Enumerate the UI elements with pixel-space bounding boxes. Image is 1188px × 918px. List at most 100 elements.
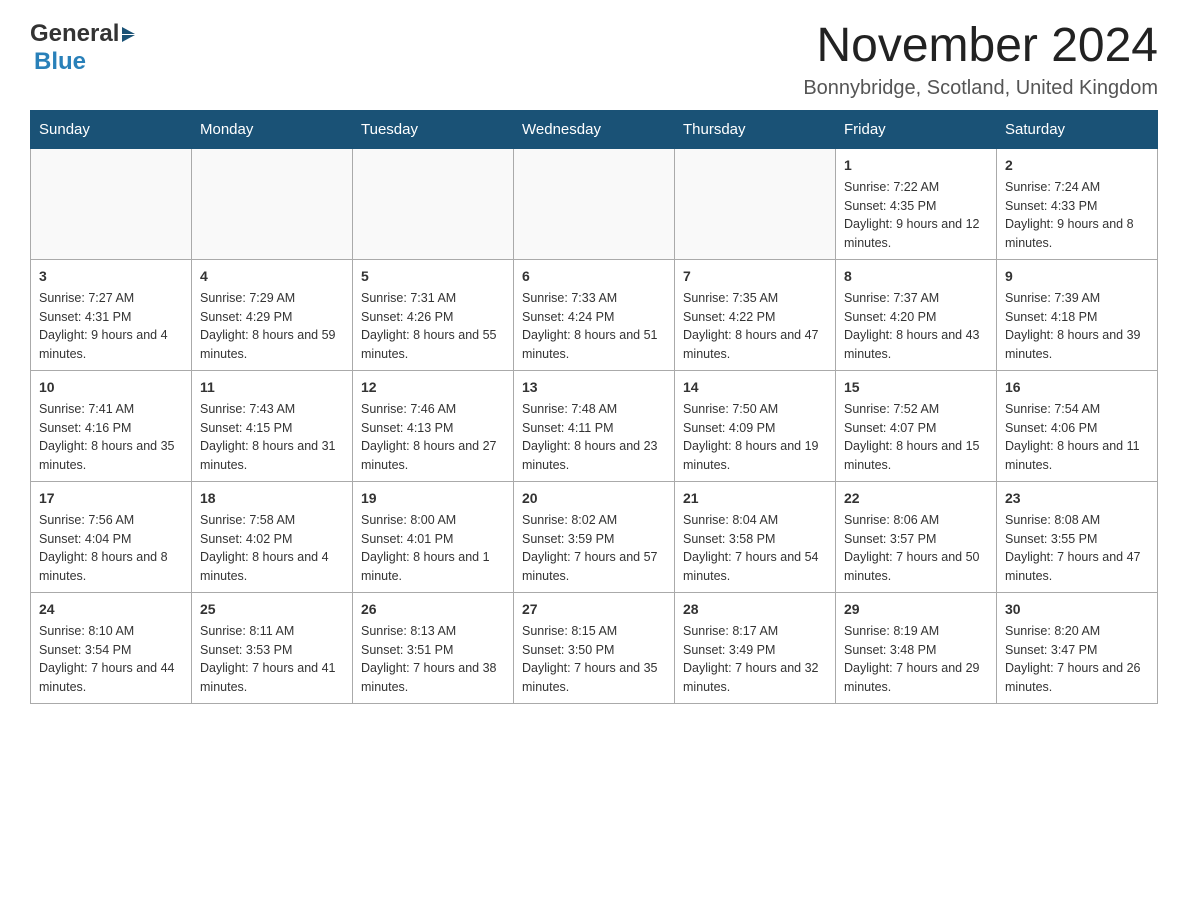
day-number: 10 [39,377,183,398]
weekday-header-friday: Friday [836,110,997,148]
calendar-cell: 6Sunrise: 7:33 AM Sunset: 4:24 PM Daylig… [514,259,675,370]
calendar-header: SundayMondayTuesdayWednesdayThursdayFrid… [31,110,1158,148]
calendar-cell: 2Sunrise: 7:24 AM Sunset: 4:33 PM Daylig… [997,148,1158,259]
logo-general-text: General [30,20,119,48]
day-number: 30 [1005,599,1149,620]
title-area: November 2024 Bonnybridge, Scotland, Uni… [803,20,1158,100]
day-number: 3 [39,266,183,287]
calendar-cell: 30Sunrise: 8:20 AM Sunset: 3:47 PM Dayli… [997,592,1158,703]
day-info: Sunrise: 8:02 AM Sunset: 3:59 PM Dayligh… [522,511,666,586]
logo: General Blue [30,20,135,76]
day-number: 9 [1005,266,1149,287]
day-info: Sunrise: 8:04 AM Sunset: 3:58 PM Dayligh… [683,511,827,586]
day-info: Sunrise: 7:37 AM Sunset: 4:20 PM Dayligh… [844,289,988,364]
day-number: 23 [1005,488,1149,509]
calendar-cell: 10Sunrise: 7:41 AM Sunset: 4:16 PM Dayli… [31,370,192,481]
calendar-cell [192,148,353,259]
logo-blue-text: Blue [34,48,86,75]
day-number: 13 [522,377,666,398]
weekday-header-thursday: Thursday [675,110,836,148]
calendar-cell [353,148,514,259]
day-info: Sunrise: 8:15 AM Sunset: 3:50 PM Dayligh… [522,622,666,697]
day-info: Sunrise: 7:43 AM Sunset: 4:15 PM Dayligh… [200,400,344,475]
day-info: Sunrise: 7:29 AM Sunset: 4:29 PM Dayligh… [200,289,344,364]
day-number: 5 [361,266,505,287]
day-info: Sunrise: 8:08 AM Sunset: 3:55 PM Dayligh… [1005,511,1149,586]
day-info: Sunrise: 7:24 AM Sunset: 4:33 PM Dayligh… [1005,178,1149,253]
calendar-cell: 7Sunrise: 7:35 AM Sunset: 4:22 PM Daylig… [675,259,836,370]
day-number: 27 [522,599,666,620]
calendar-cell: 14Sunrise: 7:50 AM Sunset: 4:09 PM Dayli… [675,370,836,481]
calendar-cell [675,148,836,259]
day-info: Sunrise: 7:46 AM Sunset: 4:13 PM Dayligh… [361,400,505,475]
calendar-cell: 3Sunrise: 7:27 AM Sunset: 4:31 PM Daylig… [31,259,192,370]
calendar-cell: 29Sunrise: 8:19 AM Sunset: 3:48 PM Dayli… [836,592,997,703]
day-info: Sunrise: 8:06 AM Sunset: 3:57 PM Dayligh… [844,511,988,586]
day-number: 2 [1005,155,1149,176]
day-number: 14 [683,377,827,398]
day-number: 21 [683,488,827,509]
day-info: Sunrise: 8:10 AM Sunset: 3:54 PM Dayligh… [39,622,183,697]
calendar-cell: 23Sunrise: 8:08 AM Sunset: 3:55 PM Dayli… [997,481,1158,592]
day-number: 4 [200,266,344,287]
calendar-cell: 18Sunrise: 7:58 AM Sunset: 4:02 PM Dayli… [192,481,353,592]
day-info: Sunrise: 7:41 AM Sunset: 4:16 PM Dayligh… [39,400,183,475]
day-info: Sunrise: 7:39 AM Sunset: 4:18 PM Dayligh… [1005,289,1149,364]
day-number: 1 [844,155,988,176]
day-number: 8 [844,266,988,287]
location-title: Bonnybridge, Scotland, United Kingdom [803,77,1158,100]
day-info: Sunrise: 7:52 AM Sunset: 4:07 PM Dayligh… [844,400,988,475]
calendar-cell: 27Sunrise: 8:15 AM Sunset: 3:50 PM Dayli… [514,592,675,703]
calendar-cell: 21Sunrise: 8:04 AM Sunset: 3:58 PM Dayli… [675,481,836,592]
calendar-week-5: 24Sunrise: 8:10 AM Sunset: 3:54 PM Dayli… [31,592,1158,703]
day-number: 22 [844,488,988,509]
day-info: Sunrise: 7:31 AM Sunset: 4:26 PM Dayligh… [361,289,505,364]
weekday-header-tuesday: Tuesday [353,110,514,148]
day-number: 7 [683,266,827,287]
weekday-header-saturday: Saturday [997,110,1158,148]
calendar-cell: 17Sunrise: 7:56 AM Sunset: 4:04 PM Dayli… [31,481,192,592]
day-number: 12 [361,377,505,398]
day-number: 6 [522,266,666,287]
calendar-cell: 8Sunrise: 7:37 AM Sunset: 4:20 PM Daylig… [836,259,997,370]
weekday-header-row: SundayMondayTuesdayWednesdayThursdayFrid… [31,110,1158,148]
day-info: Sunrise: 8:00 AM Sunset: 4:01 PM Dayligh… [361,511,505,586]
day-info: Sunrise: 7:48 AM Sunset: 4:11 PM Dayligh… [522,400,666,475]
day-number: 18 [200,488,344,509]
day-number: 11 [200,377,344,398]
month-title: November 2024 [803,20,1158,73]
day-number: 26 [361,599,505,620]
calendar-cell: 13Sunrise: 7:48 AM Sunset: 4:11 PM Dayli… [514,370,675,481]
calendar-week-4: 17Sunrise: 7:56 AM Sunset: 4:04 PM Dayli… [31,481,1158,592]
calendar-cell: 11Sunrise: 7:43 AM Sunset: 4:15 PM Dayli… [192,370,353,481]
calendar-cell: 20Sunrise: 8:02 AM Sunset: 3:59 PM Dayli… [514,481,675,592]
day-info: Sunrise: 7:27 AM Sunset: 4:31 PM Dayligh… [39,289,183,364]
day-info: Sunrise: 7:22 AM Sunset: 4:35 PM Dayligh… [844,178,988,253]
day-number: 17 [39,488,183,509]
day-info: Sunrise: 8:13 AM Sunset: 3:51 PM Dayligh… [361,622,505,697]
calendar-week-2: 3Sunrise: 7:27 AM Sunset: 4:31 PM Daylig… [31,259,1158,370]
calendar-cell: 19Sunrise: 8:00 AM Sunset: 4:01 PM Dayli… [353,481,514,592]
calendar-cell: 15Sunrise: 7:52 AM Sunset: 4:07 PM Dayli… [836,370,997,481]
day-number: 15 [844,377,988,398]
day-info: Sunrise: 7:58 AM Sunset: 4:02 PM Dayligh… [200,511,344,586]
calendar-cell [514,148,675,259]
day-number: 24 [39,599,183,620]
calendar-cell: 28Sunrise: 8:17 AM Sunset: 3:49 PM Dayli… [675,592,836,703]
weekday-header-wednesday: Wednesday [514,110,675,148]
weekday-header-sunday: Sunday [31,110,192,148]
day-info: Sunrise: 8:17 AM Sunset: 3:49 PM Dayligh… [683,622,827,697]
day-number: 25 [200,599,344,620]
day-number: 20 [522,488,666,509]
day-info: Sunrise: 7:56 AM Sunset: 4:04 PM Dayligh… [39,511,183,586]
calendar-cell: 12Sunrise: 7:46 AM Sunset: 4:13 PM Dayli… [353,370,514,481]
calendar-cell: 25Sunrise: 8:11 AM Sunset: 3:53 PM Dayli… [192,592,353,703]
calendar-cell: 4Sunrise: 7:29 AM Sunset: 4:29 PM Daylig… [192,259,353,370]
calendar-body: 1Sunrise: 7:22 AM Sunset: 4:35 PM Daylig… [31,148,1158,703]
calendar-cell: 26Sunrise: 8:13 AM Sunset: 3:51 PM Dayli… [353,592,514,703]
day-number: 16 [1005,377,1149,398]
calendar-cell: 1Sunrise: 7:22 AM Sunset: 4:35 PM Daylig… [836,148,997,259]
day-info: Sunrise: 8:19 AM Sunset: 3:48 PM Dayligh… [844,622,988,697]
calendar-week-1: 1Sunrise: 7:22 AM Sunset: 4:35 PM Daylig… [31,148,1158,259]
calendar-cell: 9Sunrise: 7:39 AM Sunset: 4:18 PM Daylig… [997,259,1158,370]
